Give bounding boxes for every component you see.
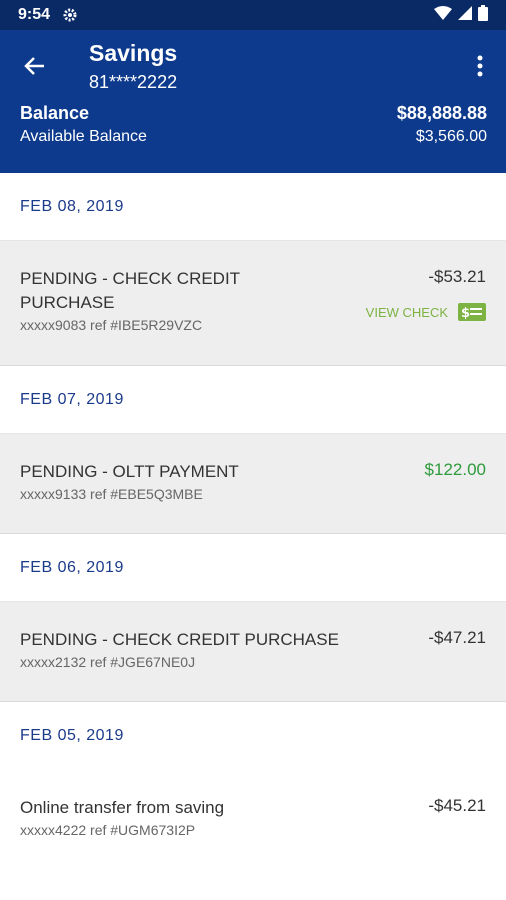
transaction-description: PENDING - CHECK CREDIT PURCHASE	[20, 630, 339, 649]
signal-icon	[458, 5, 472, 25]
transaction-amount: $122.00	[424, 460, 486, 479]
transaction-amount: -$53.21	[428, 267, 486, 286]
transaction-row[interactable]: PENDING - CHECK CREDIT PURCHASE xxxxx213…	[0, 602, 506, 702]
page-title: Savings	[89, 40, 178, 66]
status-icons	[434, 4, 488, 26]
transaction-row[interactable]: PENDING - CHECK CREDIT PURCHASE xxxxx908…	[0, 241, 506, 366]
transaction-description: PENDING - OLTT PAYMENT	[20, 462, 239, 481]
back-button[interactable]	[18, 50, 50, 82]
transaction-description: Online transfer from saving	[20, 798, 225, 817]
date-header: FEB 08, 2019	[0, 173, 506, 241]
transaction-amount: -$47.21	[428, 628, 486, 647]
transaction-row[interactable]: Online transfer from saving xxxxx4222 re…	[0, 770, 506, 870]
transaction-reference: xxxxx4222 ref #UGM673I2P	[20, 822, 196, 838]
available-balance-label: Available Balance	[20, 128, 147, 145]
transaction-row[interactable]: PENDING - OLTT PAYMENT xxxxx9133 ref #EB…	[0, 434, 506, 534]
status-bar: 9:54	[0, 0, 506, 30]
gear-icon	[62, 7, 78, 23]
svg-text:$: $	[461, 306, 470, 321]
transaction-description: PENDING - CHECK CREDIT PURCHASE	[20, 269, 240, 312]
view-check-button[interactable]: VIEW CHECK $	[366, 303, 486, 321]
transaction-reference: xxxxx9133 ref #EBE5Q3MBE	[20, 486, 203, 502]
date-header: FEB 07, 2019	[0, 366, 506, 434]
transaction-reference: xxxxx2132 ref #JGE67NE0J	[20, 654, 196, 670]
balance-value: $88,888.88	[396, 103, 487, 123]
account-number: 81****2222	[89, 72, 178, 92]
balance-label: Balance	[20, 103, 90, 123]
back-arrow-icon	[24, 57, 44, 75]
battery-icon	[478, 4, 488, 26]
date-header: FEB 05, 2019	[0, 702, 506, 770]
more-options-button[interactable]	[468, 50, 492, 82]
transaction-amount: -$45.21	[428, 796, 486, 815]
wifi-icon	[434, 5, 452, 25]
view-check-label: VIEW CHECK	[365, 304, 448, 320]
app-header: Savings 81****2222 Balance $88,888.88 Av…	[0, 30, 506, 173]
available-balance-value: $3,566.00	[415, 128, 487, 145]
status-time: 9:54	[18, 6, 51, 23]
date-header: FEB 06, 2019	[0, 534, 506, 602]
transaction-list: FEB 08, 2019 PENDING - CHECK CREDIT PURC…	[0, 173, 506, 870]
more-vert-icon	[477, 55, 483, 77]
check-icon: $	[458, 303, 486, 321]
